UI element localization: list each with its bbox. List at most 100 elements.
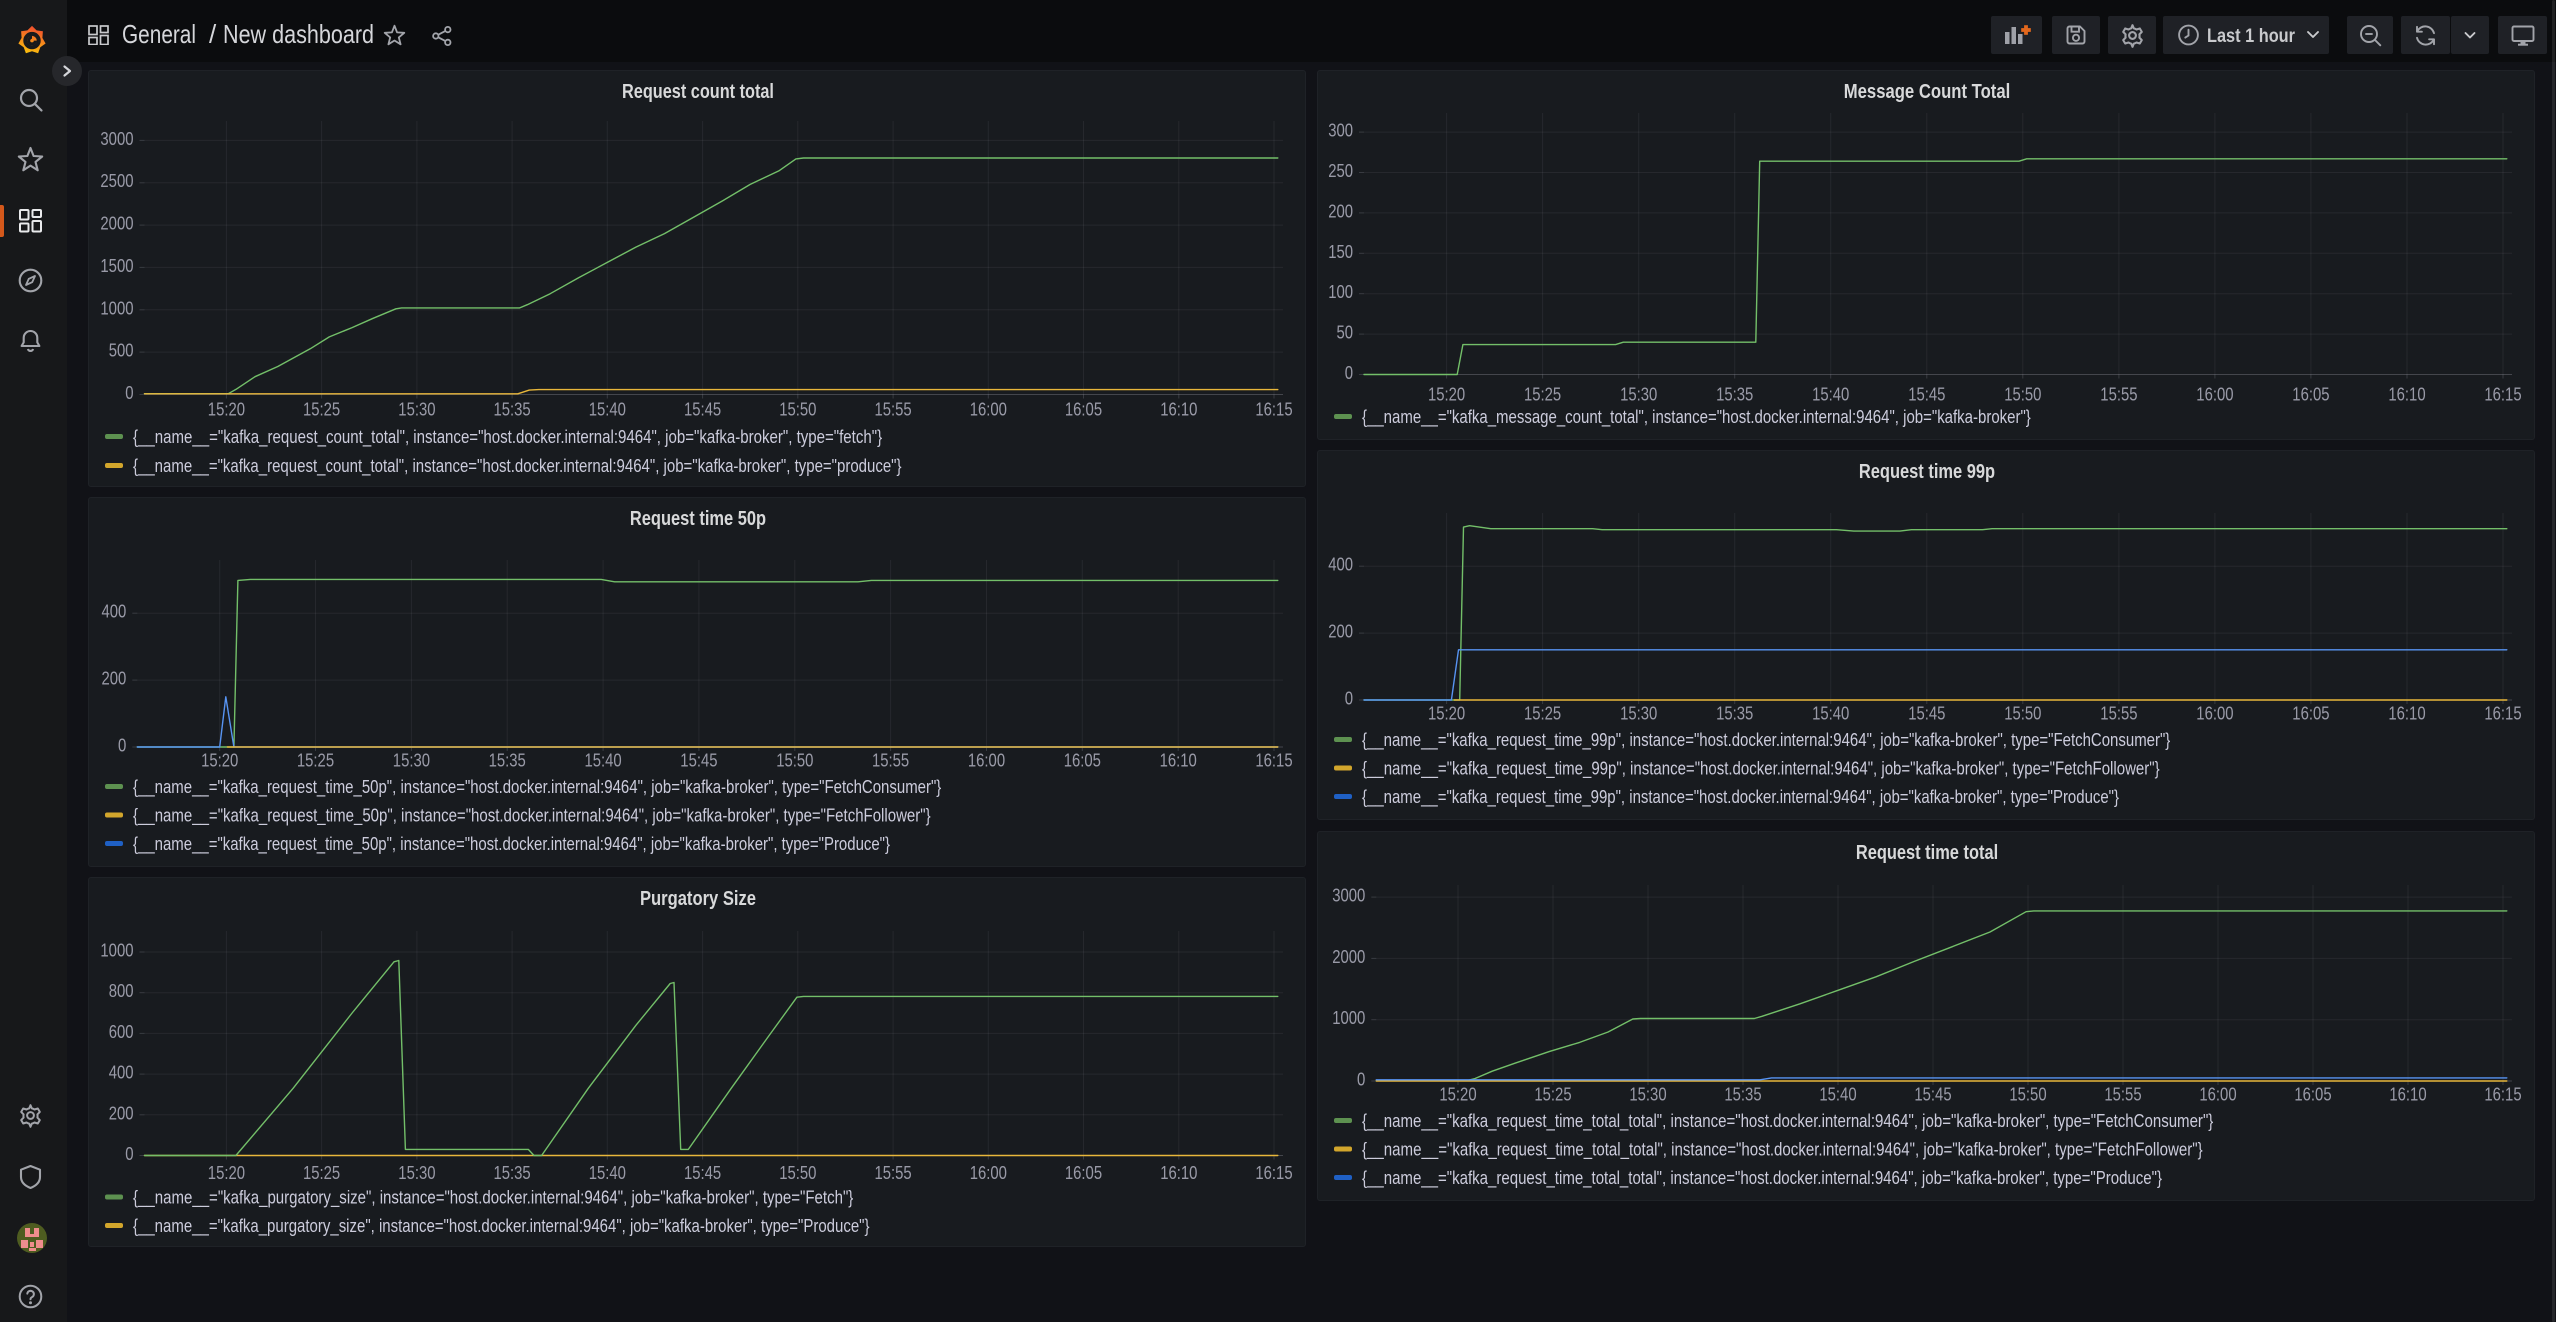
svg-text:15:40: 15:40	[589, 1163, 626, 1183]
svg-text:0: 0	[1357, 1070, 1365, 1090]
svg-text:15:55: 15:55	[875, 400, 912, 420]
svg-text:16:10: 16:10	[2389, 1085, 2426, 1105]
svg-text:15:30: 15:30	[393, 751, 430, 771]
svg-text:2500: 2500	[100, 171, 133, 191]
svg-text:15:55: 15:55	[2100, 704, 2137, 724]
svg-text:15:35: 15:35	[1724, 1085, 1761, 1105]
svg-text:{__name__="kafka_request_time_: {__name__="kafka_request_time_50p", inst…	[133, 777, 941, 798]
svg-text:Message Count Total: Message Count Total	[1844, 81, 2011, 103]
svg-text:50: 50	[1337, 323, 1354, 343]
svg-text:15:20: 15:20	[1428, 704, 1465, 724]
svg-text:400: 400	[109, 1063, 134, 1083]
svg-text:{__name__="kafka_purgatory_siz: {__name__="kafka_purgatory_size", instan…	[133, 1216, 870, 1237]
svg-text:2000: 2000	[1332, 947, 1365, 967]
svg-text:0: 0	[125, 383, 133, 403]
svg-text:Last 1 hour: Last 1 hour	[2207, 26, 2296, 47]
svg-text:{__name__="kafka_request_count: {__name__="kafka_request_count_total", i…	[133, 427, 882, 448]
svg-text:15:55: 15:55	[2100, 385, 2137, 405]
svg-text:0: 0	[118, 736, 126, 756]
svg-text:{__name__="kafka_request_time_: {__name__="kafka_request_time_50p", inst…	[133, 834, 890, 855]
svg-text:15:40: 15:40	[589, 400, 626, 420]
svg-text:16:15: 16:15	[2484, 1085, 2521, 1105]
svg-text:16:00: 16:00	[970, 1163, 1007, 1183]
svg-text:Request time 99p: Request time 99p	[1859, 461, 1995, 483]
svg-text:15:25: 15:25	[1524, 704, 1561, 724]
svg-text:15:25: 15:25	[1524, 385, 1561, 405]
svg-text:15:50: 15:50	[779, 400, 816, 420]
svg-text:Purgatory Size: Purgatory Size	[640, 888, 756, 910]
svg-text:15:20: 15:20	[201, 751, 238, 771]
svg-text:16:05: 16:05	[1065, 400, 1102, 420]
svg-text:15:35: 15:35	[494, 1163, 531, 1183]
svg-text:16:10: 16:10	[2388, 704, 2425, 724]
svg-text:100: 100	[1328, 282, 1353, 302]
svg-text:15:50: 15:50	[776, 751, 813, 771]
svg-text:16:15: 16:15	[2484, 704, 2521, 724]
svg-text:/: /	[209, 19, 217, 49]
svg-text:500: 500	[109, 341, 134, 361]
svg-text:{__name__="kafka_request_time_: {__name__="kafka_request_time_50p", inst…	[133, 806, 931, 827]
svg-text:15:30: 15:30	[1620, 385, 1657, 405]
svg-text:200: 200	[102, 669, 127, 689]
svg-text:15:40: 15:40	[1812, 704, 1849, 724]
svg-text:15:25: 15:25	[297, 751, 334, 771]
svg-text:16:05: 16:05	[2292, 385, 2329, 405]
svg-text:200: 200	[1328, 201, 1353, 221]
svg-text:400: 400	[1328, 555, 1353, 575]
svg-text:0: 0	[1345, 363, 1353, 383]
svg-text:400: 400	[102, 602, 127, 622]
svg-text:15:35: 15:35	[489, 751, 526, 771]
svg-text:15:45: 15:45	[1908, 704, 1945, 724]
svg-text:15:55: 15:55	[2104, 1085, 2141, 1105]
svg-text:{__name__="kafka_purgatory_siz: {__name__="kafka_purgatory_size", instan…	[133, 1188, 853, 1209]
svg-text:15:25: 15:25	[1534, 1085, 1571, 1105]
svg-text:1000: 1000	[1332, 1008, 1365, 1028]
svg-text:15:55: 15:55	[875, 1163, 912, 1183]
svg-text:15:50: 15:50	[2004, 385, 2041, 405]
svg-text:16:05: 16:05	[2294, 1085, 2331, 1105]
svg-text:150: 150	[1328, 242, 1353, 262]
svg-text:1000: 1000	[100, 941, 133, 961]
svg-text:Request time 50p: Request time 50p	[630, 508, 766, 530]
svg-text:16:10: 16:10	[1160, 751, 1197, 771]
svg-text:15:20: 15:20	[208, 1163, 245, 1183]
svg-text:15:30: 15:30	[398, 400, 435, 420]
svg-text:16:00: 16:00	[968, 751, 1005, 771]
svg-text:15:30: 15:30	[1629, 1085, 1666, 1105]
svg-text:15:45: 15:45	[1914, 1085, 1951, 1105]
svg-text:16:15: 16:15	[1255, 751, 1292, 771]
svg-text:{__name__="kafka_request_count: {__name__="kafka_request_count_total", i…	[133, 456, 902, 477]
svg-text:16:10: 16:10	[2388, 385, 2425, 405]
svg-text:{__name__="kafka_request_time_: {__name__="kafka_request_time_total_tota…	[1362, 1140, 2203, 1161]
svg-text:15:25: 15:25	[303, 1163, 340, 1183]
svg-text:15:40: 15:40	[1819, 1085, 1856, 1105]
svg-text:15:45: 15:45	[1908, 385, 1945, 405]
svg-text:16:00: 16:00	[2196, 385, 2233, 405]
svg-text:15:40: 15:40	[1812, 385, 1849, 405]
svg-text:16:00: 16:00	[970, 400, 1007, 420]
svg-text:15:25: 15:25	[303, 400, 340, 420]
svg-text:16:15: 16:15	[1255, 1163, 1292, 1183]
svg-text:{__name__="kafka_request_time_: {__name__="kafka_request_time_99p", inst…	[1362, 787, 2119, 808]
svg-text:16:10: 16:10	[1160, 400, 1197, 420]
svg-text:{__name__="kafka_message_count: {__name__="kafka_message_count_total", i…	[1362, 407, 2031, 428]
svg-text:Request time total: Request time total	[1856, 842, 1998, 864]
svg-text:Request count total: Request count total	[622, 81, 774, 103]
svg-text:0: 0	[1345, 689, 1353, 709]
svg-text:15:45: 15:45	[680, 751, 717, 771]
svg-text:200: 200	[109, 1103, 134, 1123]
svg-text:15:45: 15:45	[684, 400, 721, 420]
svg-text:600: 600	[109, 1022, 134, 1042]
svg-text:16:00: 16:00	[2199, 1085, 2236, 1105]
svg-text:{__name__="kafka_request_time_: {__name__="kafka_request_time_total_tota…	[1362, 1168, 2162, 1189]
svg-text:{__name__="kafka_request_time_: {__name__="kafka_request_time_99p", inst…	[1362, 730, 2170, 751]
svg-text:15:45: 15:45	[684, 1163, 721, 1183]
svg-text:200: 200	[1328, 622, 1353, 642]
svg-text:15:35: 15:35	[494, 400, 531, 420]
svg-text:15:20: 15:20	[1428, 385, 1465, 405]
svg-text:0: 0	[125, 1144, 133, 1164]
svg-text:16:05: 16:05	[2292, 704, 2329, 724]
svg-text:16:10: 16:10	[1160, 1163, 1197, 1183]
svg-text:15:20: 15:20	[1439, 1085, 1476, 1105]
svg-text:3000: 3000	[100, 129, 133, 149]
